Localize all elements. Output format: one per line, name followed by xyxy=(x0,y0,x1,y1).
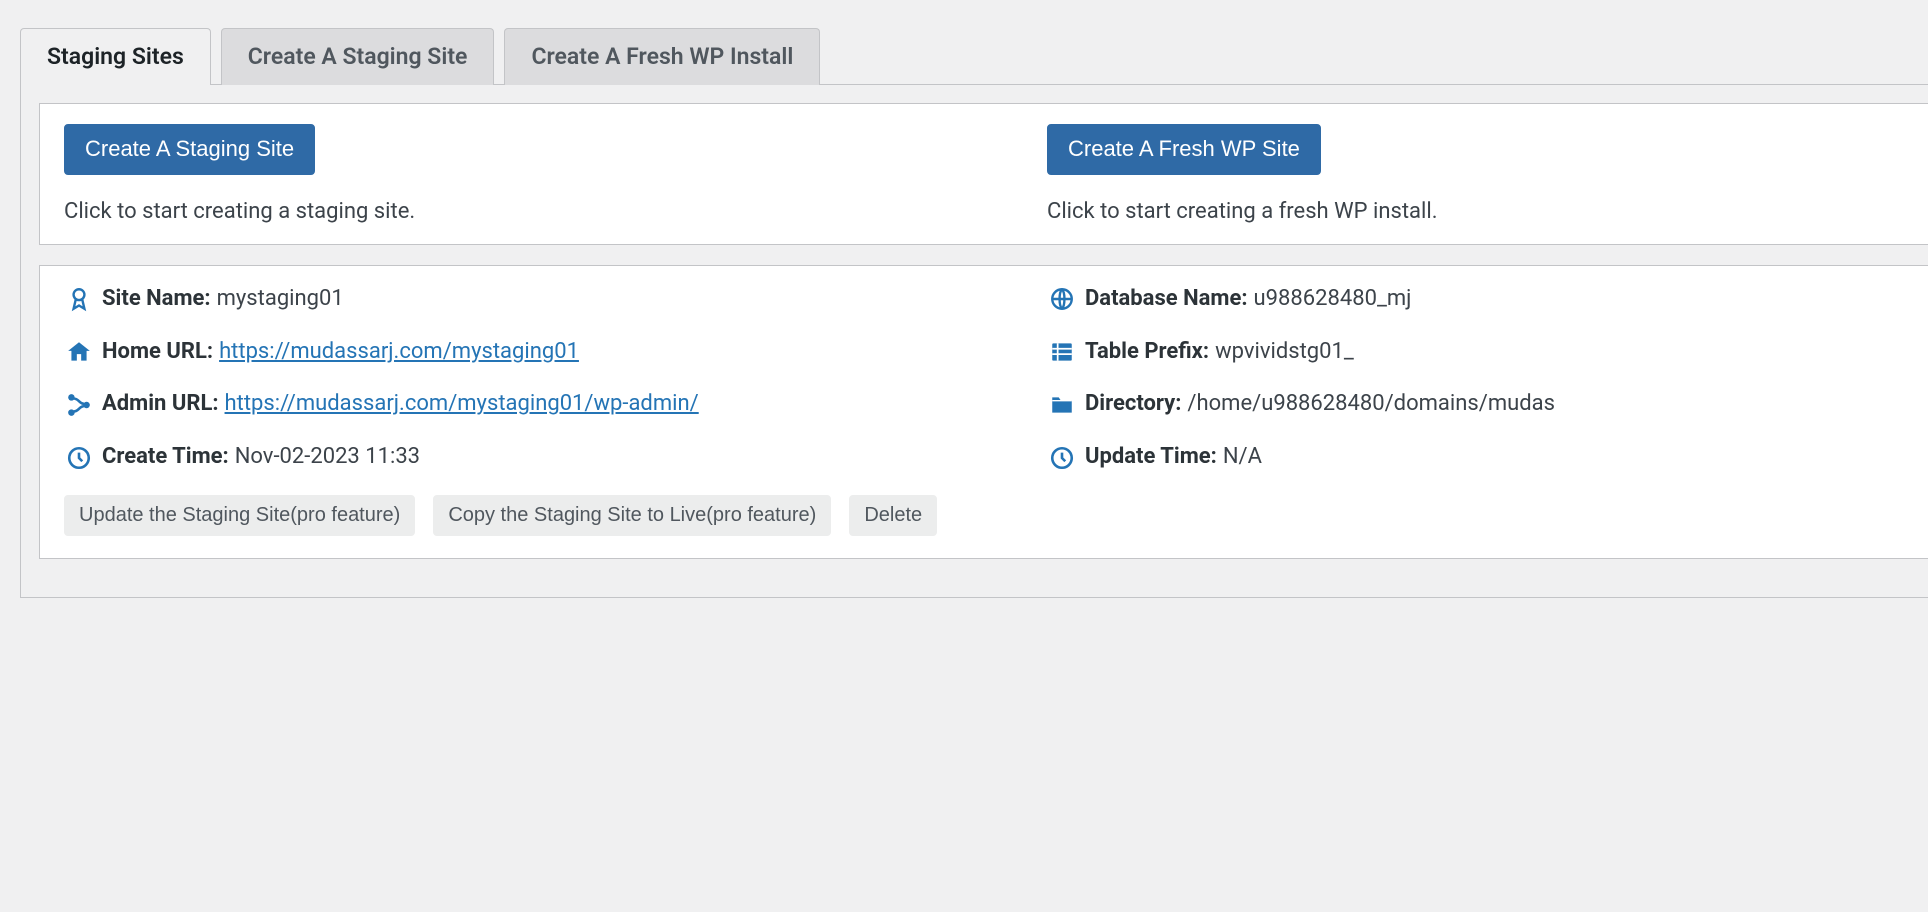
site-name-label: Site Name: xyxy=(102,284,211,315)
table-prefix-label: Table Prefix: xyxy=(1085,337,1209,368)
tab-create-fresh[interactable]: Create A Fresh WP Install xyxy=(504,28,820,85)
update-staging-button[interactable]: Update the Staging Site(pro feature) xyxy=(64,495,415,536)
create-fresh-wp-button[interactable]: Create A Fresh WP Site xyxy=(1047,124,1321,175)
home-url-label: Home URL: xyxy=(102,337,213,368)
update-time-value: N/A xyxy=(1223,442,1262,473)
db-name-value: u988628480_mj xyxy=(1254,284,1412,315)
create-time-label: Create Time: xyxy=(102,442,229,473)
folder-icon xyxy=(1047,390,1077,420)
create-time-value: Nov-02-2023 11:33 xyxy=(235,442,420,473)
update-time-label: Update Time: xyxy=(1085,442,1217,473)
award-icon xyxy=(64,284,94,314)
globe-icon xyxy=(1047,284,1077,314)
directory-value: /home/u988628480/domains/mudas xyxy=(1187,389,1555,420)
table-prefix-value: wpvividstg01_ xyxy=(1215,337,1354,368)
site-name-value: mystaging01 xyxy=(217,284,344,315)
admin-url-label: Admin URL: xyxy=(102,389,219,420)
clock-icon xyxy=(1047,443,1077,473)
branch-icon xyxy=(64,390,94,420)
admin-url-link[interactable]: https://mudassarj.com/mystaging01/wp-adm… xyxy=(225,389,699,420)
home-url-link[interactable]: https://mudassarj.com/mystaging01 xyxy=(219,337,579,368)
home-icon xyxy=(64,337,94,367)
tab-create-staging[interactable]: Create A Staging Site xyxy=(221,28,495,85)
directory-label: Directory: xyxy=(1085,389,1181,420)
db-name-label: Database Name: xyxy=(1085,284,1248,315)
create-staging-site-button[interactable]: Create A Staging Site xyxy=(64,124,315,175)
clock-icon xyxy=(64,443,94,473)
delete-staging-button[interactable]: Delete xyxy=(849,495,937,536)
create-staging-desc: Click to start creating a staging site. xyxy=(64,199,1021,224)
list-icon xyxy=(1047,337,1077,367)
tab-staging-sites[interactable]: Staging Sites xyxy=(20,28,211,85)
create-fresh-desc: Click to start creating a fresh WP insta… xyxy=(1047,199,1926,224)
copy-to-live-button[interactable]: Copy the Staging Site to Live(pro featur… xyxy=(433,495,831,536)
tab-panel: Create A Staging Site Click to start cre… xyxy=(20,84,1928,598)
